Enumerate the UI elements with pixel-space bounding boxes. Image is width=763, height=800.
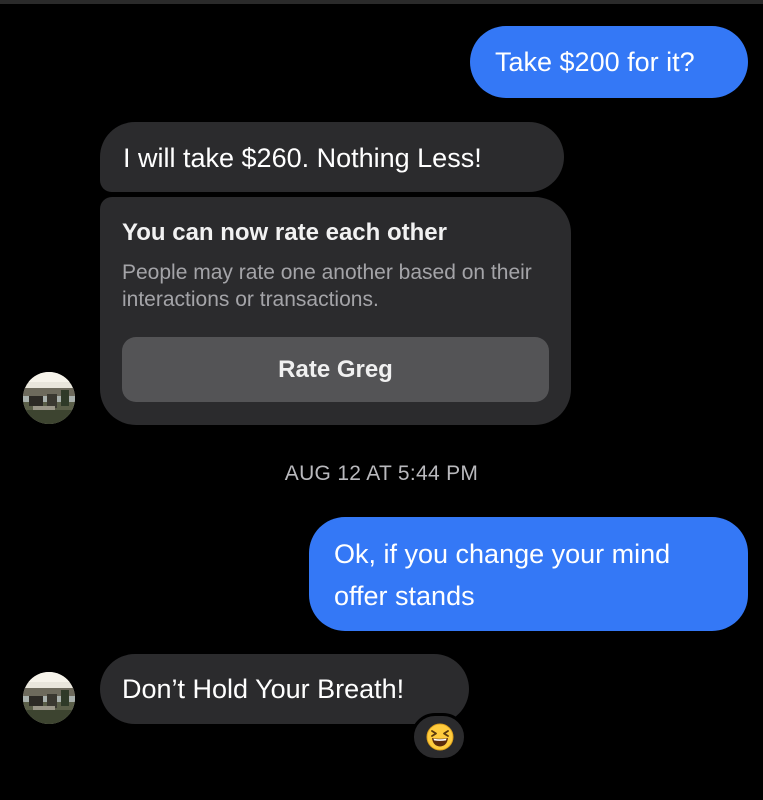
message-reaction-badge[interactable] — [411, 713, 467, 761]
message-text: Don’t Hold Your Breath! — [122, 674, 405, 704]
top-edge-bar — [0, 0, 763, 4]
message-text: I will take $260. Nothing Less! — [123, 143, 482, 173]
rating-card: You can now rate each other People may r… — [100, 197, 571, 425]
avatar-lake-photo-icon — [23, 372, 75, 424]
message-text-line: offer stands — [334, 581, 475, 611]
sent-message-bubble[interactable]: Ok, if you change your mind offer stands — [309, 517, 748, 631]
avatar-lake-photo-icon — [23, 672, 75, 724]
received-message-bubble[interactable]: Don’t Hold Your Breath! — [100, 654, 469, 724]
conversation-timestamp: AUG 12 AT 5:44 PM — [284, 462, 479, 485]
received-message-bubble[interactable]: I will take $260. Nothing Less! — [100, 122, 564, 192]
sent-message-bubble[interactable]: Take $200 for it? — [470, 26, 748, 98]
contact-avatar[interactable] — [23, 672, 75, 724]
rating-card-description: People may rate one another based on the… — [122, 261, 532, 311]
contact-avatar[interactable] — [23, 372, 75, 424]
message-text-line: Ok, if you change your mind — [334, 539, 671, 569]
rate-user-button[interactable]: Rate Greg — [122, 337, 549, 402]
grinning-squinting-face-emoji-icon — [426, 723, 454, 751]
rating-card-title: You can now rate each other — [122, 219, 447, 246]
message-text: Take $200 for it? — [495, 47, 695, 77]
